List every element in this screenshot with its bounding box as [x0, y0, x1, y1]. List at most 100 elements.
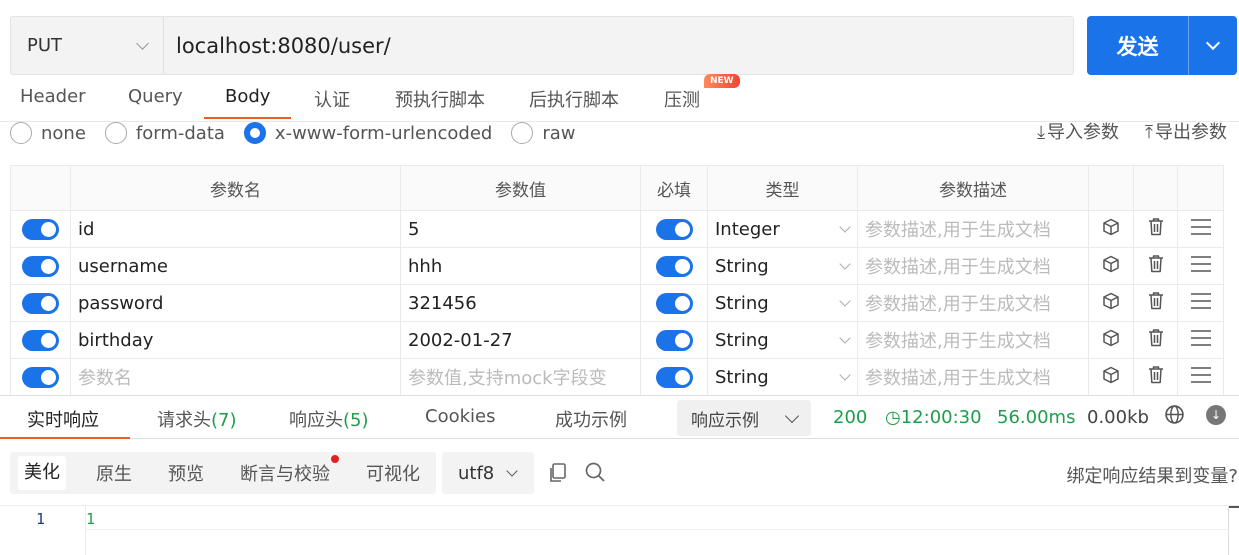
drag-handle[interactable] — [1177, 210, 1224, 248]
param-desc-cell[interactable]: 参数描述,用于生成文档 — [857, 284, 1089, 322]
tab-post-script[interactable]: 后执行脚本 — [529, 86, 619, 122]
param-value-cell[interactable]: hhh — [400, 247, 641, 285]
bind-response-variable-link[interactable]: 绑定响应结果到变量? — [1066, 462, 1238, 488]
mock-button[interactable] — [1088, 210, 1134, 248]
type-cell[interactable]: String — [707, 284, 858, 322]
tab-request-headers[interactable]: 请求头(7) — [157, 406, 237, 432]
delete-button[interactable] — [1133, 284, 1178, 322]
type-label: String — [715, 292, 769, 314]
mock-button[interactable] — [1088, 284, 1134, 322]
status-code: 200 — [833, 407, 868, 428]
delete-button[interactable] — [1133, 321, 1178, 359]
method-select[interactable]: PUT — [11, 17, 164, 74]
param-name-cell[interactable]: username — [70, 247, 401, 285]
required-cell — [640, 247, 708, 285]
col-required: 必填 — [640, 165, 708, 211]
globe-icon[interactable] — [1164, 404, 1185, 425]
tab-label: Cookies — [425, 406, 496, 427]
mock-button[interactable] — [1088, 247, 1134, 285]
required-toggle[interactable] — [655, 292, 693, 314]
enable-toggle[interactable] — [22, 366, 59, 388]
drag-handle[interactable] — [1177, 321, 1224, 359]
params-table: 参数名 参数值 必填 类型 参数描述 id 5 Integer 参数描述,用于生… — [10, 165, 1224, 396]
enable-toggle[interactable] — [22, 255, 59, 277]
chevron-down-icon — [839, 368, 851, 381]
enable-toggle[interactable] — [22, 329, 59, 351]
copy-icon[interactable] — [548, 462, 568, 484]
tab-success-example[interactable]: 成功示例 — [555, 406, 627, 432]
param-name-cell[interactable]: 参数名 — [70, 358, 401, 396]
type-cell[interactable]: String — [707, 321, 858, 359]
type-cell[interactable]: String — [707, 247, 858, 285]
drag-handle-icon — [1190, 366, 1211, 383]
delete-button[interactable] — [1133, 358, 1178, 396]
clock-icon: ◷ — [885, 407, 901, 428]
drag-handle[interactable] — [1177, 358, 1224, 396]
param-value-cell[interactable]: 2002-01-27 — [400, 321, 641, 359]
delete-button[interactable] — [1133, 210, 1178, 248]
param-value-cell[interactable]: 321456 — [400, 284, 641, 322]
delete-button[interactable] — [1133, 247, 1178, 285]
param-value-cell[interactable]: 5 — [400, 210, 641, 248]
enable-cell — [10, 210, 71, 248]
param-desc-cell[interactable]: 参数描述,用于生成文档 — [857, 247, 1089, 285]
radio-icon — [10, 122, 32, 144]
mock-button[interactable] — [1088, 321, 1134, 359]
response-toolbar: 美化 原生 预览 断言与校验 可视化 utf8 绑定响应结果到变量? — [10, 452, 1238, 494]
param-desc-cell[interactable]: 参数描述,用于生成文档 — [857, 210, 1089, 248]
export-params-button[interactable]: ⤒ 导出参数 — [1145, 118, 1227, 144]
response-example-select[interactable]: 响应示例 — [677, 400, 811, 436]
param-desc-cell[interactable]: 参数描述,用于生成文档 — [857, 358, 1089, 396]
editor-scrollbar[interactable] — [1228, 506, 1239, 555]
encoding-select[interactable]: utf8 — [442, 452, 534, 494]
download-response-icon[interactable]: ↓ — [1206, 405, 1226, 425]
tab-label: 响应头 — [289, 410, 343, 431]
param-actions: ⤓ 导入参数 ⤒ 导出参数 — [1037, 118, 1227, 144]
drag-handle-icon — [1190, 255, 1211, 272]
tab-load-test[interactable]: 压测 — [664, 86, 700, 122]
search-icon[interactable] — [584, 461, 606, 483]
drag-handle-icon — [1190, 292, 1211, 309]
required-toggle[interactable] — [655, 329, 693, 351]
type-cell[interactable]: String — [707, 358, 858, 396]
enable-toggle[interactable] — [22, 218, 59, 240]
tab-auth[interactable]: 认证 — [314, 86, 350, 122]
drag-handle[interactable] — [1177, 247, 1224, 285]
radio-icon — [104, 122, 127, 144]
radio-none[interactable]: none — [10, 122, 86, 144]
view-visualize[interactable]: 可视化 — [366, 460, 420, 486]
trash-icon — [1148, 329, 1163, 347]
drag-handle[interactable] — [1177, 284, 1224, 322]
tab-realtime-response[interactable]: 实时响应 — [27, 406, 99, 432]
tab-pre-script[interactable]: 预执行脚本 — [395, 86, 485, 122]
view-raw[interactable]: 原生 — [96, 460, 132, 486]
param-name-cell[interactable]: id — [70, 210, 401, 248]
required-toggle[interactable] — [655, 255, 693, 277]
radio-urlencoded[interactable]: x-www-form-urlencoded — [243, 122, 492, 144]
tab-body[interactable]: Body — [204, 86, 292, 119]
view-preview[interactable]: 预览 — [168, 460, 204, 486]
send-button[interactable]: 发送 — [1087, 16, 1237, 75]
tab-cookies[interactable]: Cookies — [425, 406, 495, 427]
required-toggle[interactable] — [655, 218, 693, 240]
tab-response-headers[interactable]: 响应头(5) — [289, 406, 369, 432]
enable-toggle[interactable] — [22, 292, 59, 314]
param-name-cell[interactable]: birthday — [70, 321, 401, 359]
view-pretty[interactable]: 美化 — [18, 456, 66, 490]
tab-query[interactable]: Query — [128, 86, 183, 117]
enable-cell — [10, 247, 71, 285]
response-editor[interactable]: 1 1 — [0, 505, 1239, 555]
tab-header[interactable]: Header — [20, 86, 86, 117]
radio-form-data[interactable]: form-data — [104, 122, 225, 144]
type-cell[interactable]: Integer — [707, 210, 858, 248]
send-options-dropdown[interactable] — [1189, 16, 1237, 75]
required-toggle[interactable] — [655, 366, 693, 388]
param-value-cell[interactable]: 参数值,支持mock字段变 — [400, 358, 641, 396]
import-params-button[interactable]: ⤓ 导入参数 — [1037, 118, 1119, 144]
param-name-cell[interactable]: password — [70, 284, 401, 322]
param-desc-cell[interactable]: 参数描述,用于生成文档 — [857, 321, 1089, 359]
radio-raw[interactable]: raw — [511, 122, 575, 144]
url-input[interactable] — [164, 17, 1073, 74]
view-assertions[interactable]: 断言与校验 — [240, 460, 330, 486]
mock-button[interactable] — [1088, 358, 1134, 396]
